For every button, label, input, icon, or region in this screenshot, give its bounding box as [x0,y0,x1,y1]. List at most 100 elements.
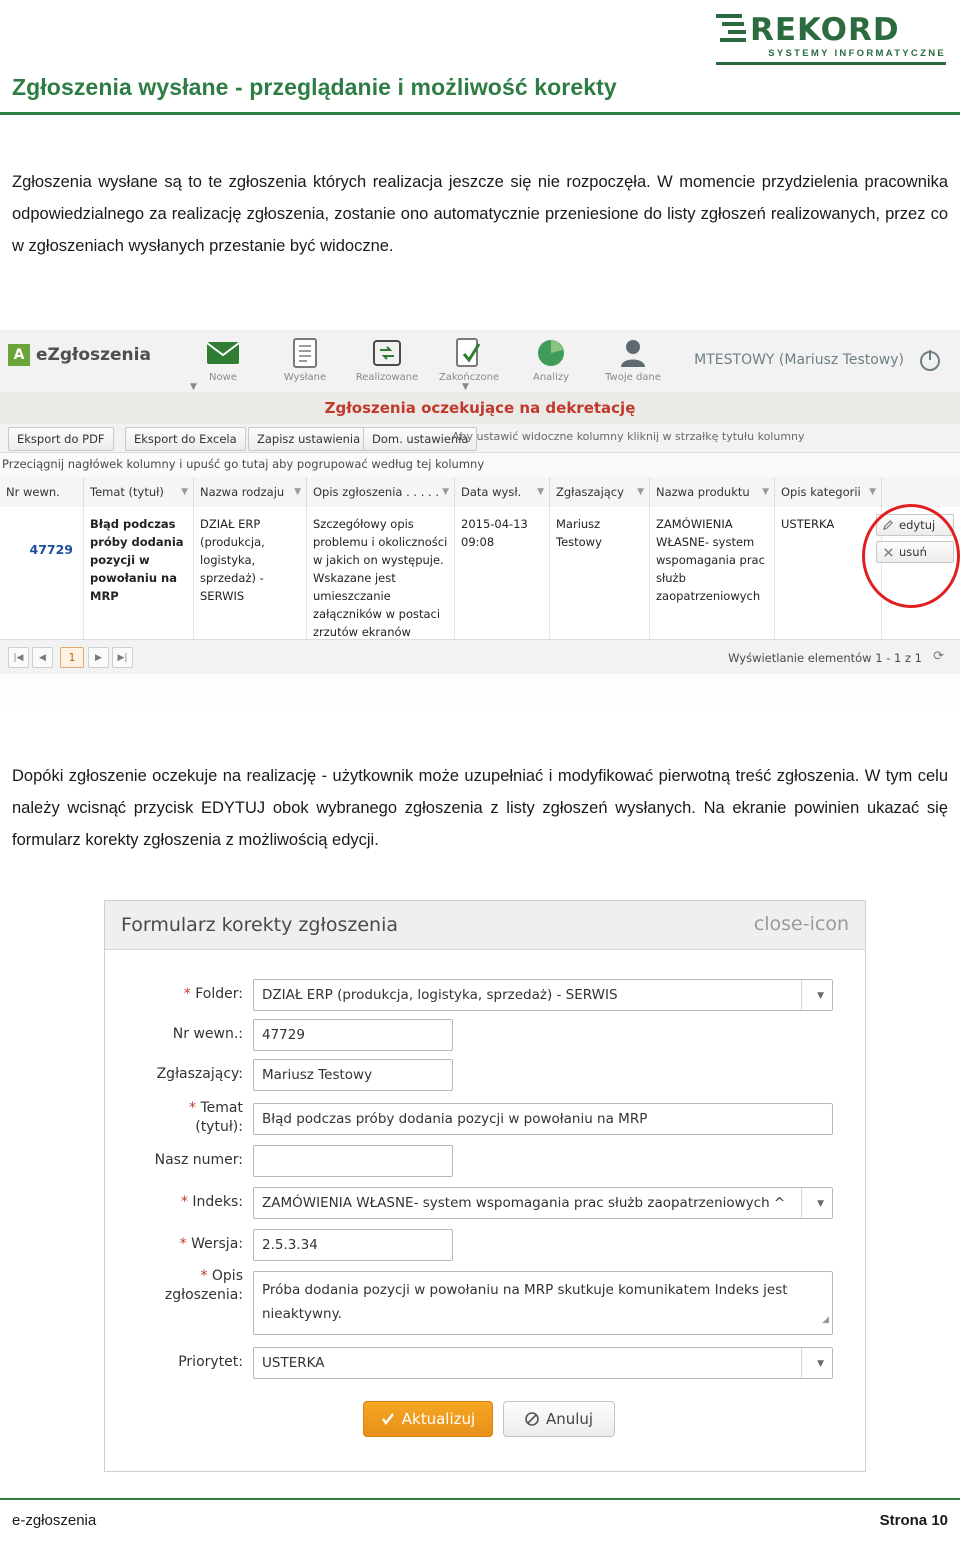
opis-textarea[interactable]: Próba dodania pozycji w powołaniu na MRP… [253,1271,833,1335]
resize-grip-icon[interactable]: ◢ [822,1308,829,1332]
wersja-input[interactable]: 2.5.3.34 [253,1229,453,1261]
logo-rule [716,62,946,65]
pie-chart-icon [518,336,584,370]
screenshot-correction-form: Formularz korekty zgłoszenia close-icon … [104,900,866,1472]
folder-value: DZIAŁ ERP (produkcja, logistyka, sprzeda… [262,987,618,1003]
cell-temat: Błąd podczas próby dodania pozycji w pow… [84,507,194,639]
indeks-value: ZAMÓWIENIA WŁASNE- system wspomagania pr… [262,1195,786,1211]
page-first-button[interactable]: |◀ [8,647,29,668]
user-icon [600,336,666,370]
nav-label: Zakończone [438,372,500,383]
footer-left: e-zgłoszenia [12,1512,97,1529]
indeks-select[interactable]: ZAMÓWIENIA WŁASNE- system wspomagania pr… [253,1187,833,1219]
power-icon[interactable] [918,348,942,372]
column-header-produkt[interactable]: Nazwa produktu ▼ [650,477,775,507]
folder-select[interactable]: DZIAŁ ERP (produkcja, logistyka, sprzeda… [253,979,833,1011]
envelope-icon [190,336,256,370]
nav-item-twoje-dane[interactable]: Twoje dane [600,336,666,383]
opis-value: Próba dodania pozycji w powołaniu na MRP… [262,1282,788,1322]
column-header-rodzaj[interactable]: Nazwa rodzaju ▼ [194,477,307,507]
save-settings-button[interactable]: Zapisz ustawienia [248,427,370,451]
field-label-nasz-numer: Nasz numer: [154,1152,243,1168]
select-divider [801,980,802,1010]
table-header: Nr wewn. Temat (tytuł) ▼ Nazwa rodzaju ▼ O… [0,477,960,508]
cell-produkt: ZAMÓWIENIA WŁASNE- system wspomagania pr… [650,507,775,639]
group-drop-area[interactable]: Przeciągnij nagłówek kolumny i upuść go … [0,453,960,478]
select-divider [801,1348,802,1378]
nav-caret-left-icon: ▼ [190,382,197,392]
column-header-nr[interactable]: Nr wewn. [0,477,84,507]
temat-input[interactable]: Błąd podczas próby dodania pozycji w pow… [253,1103,833,1135]
zglaszajacy-input[interactable]: Mariusz Testowy [253,1059,453,1091]
page-prev-button[interactable]: ◀ [32,647,53,668]
nr-wewn-value: 47729 [262,1027,305,1043]
group-drop-hint: Przeciągnij nagłówek kolumny i upuść go … [2,457,485,471]
rekord-logo-mark: REKORD [716,12,900,46]
field-label-opis: * Opis zgłoszenia: [164,1268,243,1303]
cell-nr: 47729 [0,507,84,639]
nr-wewn-input[interactable]: 47729 [253,1019,453,1051]
cell-opis: Szczegółowy opis problemu i okoliczności… [307,507,455,657]
field-label-wersja: * Wersja: [179,1236,243,1252]
app-brand: A eZgłoszenia [8,344,151,366]
column-header-data[interactable]: Data wysł. ▼ [455,477,550,507]
wersja-value: 2.5.3.34 [262,1237,318,1253]
nav-item-analizy[interactable]: Analizy [518,336,584,383]
export-pdf-button[interactable]: Eksport do PDF [8,427,114,451]
form-title: Formularz korekty zgłoszenia [121,914,399,936]
cancel-icon [525,1412,539,1426]
column-header-temat[interactable]: Temat (tytuł) ▼ [84,477,194,507]
page-current[interactable]: 1 [60,647,84,668]
cell-rodzaj: DZIAŁ ERP (produkcja, logistyka, sprzeda… [194,507,307,639]
logo-tagline: SYSTEMY INFORMATYCZNE [768,48,946,59]
priorytet-value: USTERKA [262,1355,325,1371]
toolbar-hint: Aby ustawić widoczne kolumny kliknij w s… [452,430,805,443]
page-next-button[interactable]: ▶ [88,647,109,668]
document-page: REKORD SYSTEMY INFORMATYCZNE Zgłoszenia … [0,0,960,1560]
list-toolbar: Eksport do PDF Eksport do Excela Zapisz … [0,424,960,453]
field-label-priorytet: Priorytet: [178,1354,243,1370]
page-last-button[interactable]: ▶| [112,647,133,668]
current-user-label: MTESTOWY (Mariusz Testowy) [694,352,904,368]
cancel-button-label: Anuluj [545,1410,594,1428]
refresh-icon[interactable]: ⟳ [933,649,944,664]
app-brand-mark: A [8,344,30,366]
zglaszajacy-value: Mariusz Testowy [262,1067,373,1083]
submit-button[interactable]: Aktualizuj [363,1401,493,1437]
nav-item-realizowane[interactable]: Realizowane [354,336,420,383]
export-excel-button[interactable]: Eksport do Excela [125,427,246,451]
nav-label: Realizowane [355,372,419,383]
close-icon[interactable]: close-icon [754,913,849,935]
section-title: Zgłoszenia oczekujące na dekretację [324,399,636,417]
cell-data: 2015-04-13 09:08 [455,507,550,639]
table-row[interactable]: 47729 Błąd podczas próby dodania pozycji… [0,507,960,657]
nav-item-wyslane[interactable]: Wysłane [272,336,338,383]
nav-item-zakonczone[interactable]: Zakończone [436,336,502,383]
column-header-kategoria[interactable]: Opis kategorii ▼ [775,477,882,507]
rekord-logo: REKORD SYSTEMY INFORMATYCZNE [716,8,948,65]
column-header-zglaszajacy[interactable]: Zgłaszający ▼ [550,477,650,507]
submit-button-label: Aktualizuj [401,1410,476,1428]
screenshot-list-view: A eZgłoszenia ▼ ▼ Nowe Wysłane Realizowa… [0,330,960,712]
paragraph-edit-info: Dopóki zgłoszenie oczekuje na realizację… [12,767,948,849]
column-header-opis[interactable]: Opis zgłoszenia . . . . . ▼ [307,477,455,507]
nasz-numer-input[interactable] [253,1145,453,1177]
check-document-icon [436,336,502,370]
nav-label: Wysłane [283,372,327,383]
table-footer: |◀ ◀ 1 ▶ ▶| Wyświetlanie elementów 1 - 1… [0,639,960,674]
field-label-temat: * Temat (tytuł): [189,1100,243,1135]
priorytet-select[interactable]: USTERKA [253,1347,833,1379]
highlight-ellipse [862,504,960,608]
field-label-indeks: * Indeks: [180,1194,243,1210]
footer-right: Strona 10 [879,1512,948,1529]
title-divider [0,112,960,115]
select-divider [801,1188,802,1218]
nav-item-nowe[interactable]: Nowe [190,336,256,383]
nav-label: Analizy [532,372,570,383]
document-icon [272,336,338,370]
svg-text:REKORD: REKORD [750,12,900,46]
temat-value: Błąd podczas próby dodania pozycji w pow… [262,1111,648,1127]
cancel-button[interactable]: Anuluj [503,1401,615,1437]
field-label-nr: Nr wewn.: [172,1026,243,1042]
nav-label: Nowe [209,372,237,383]
